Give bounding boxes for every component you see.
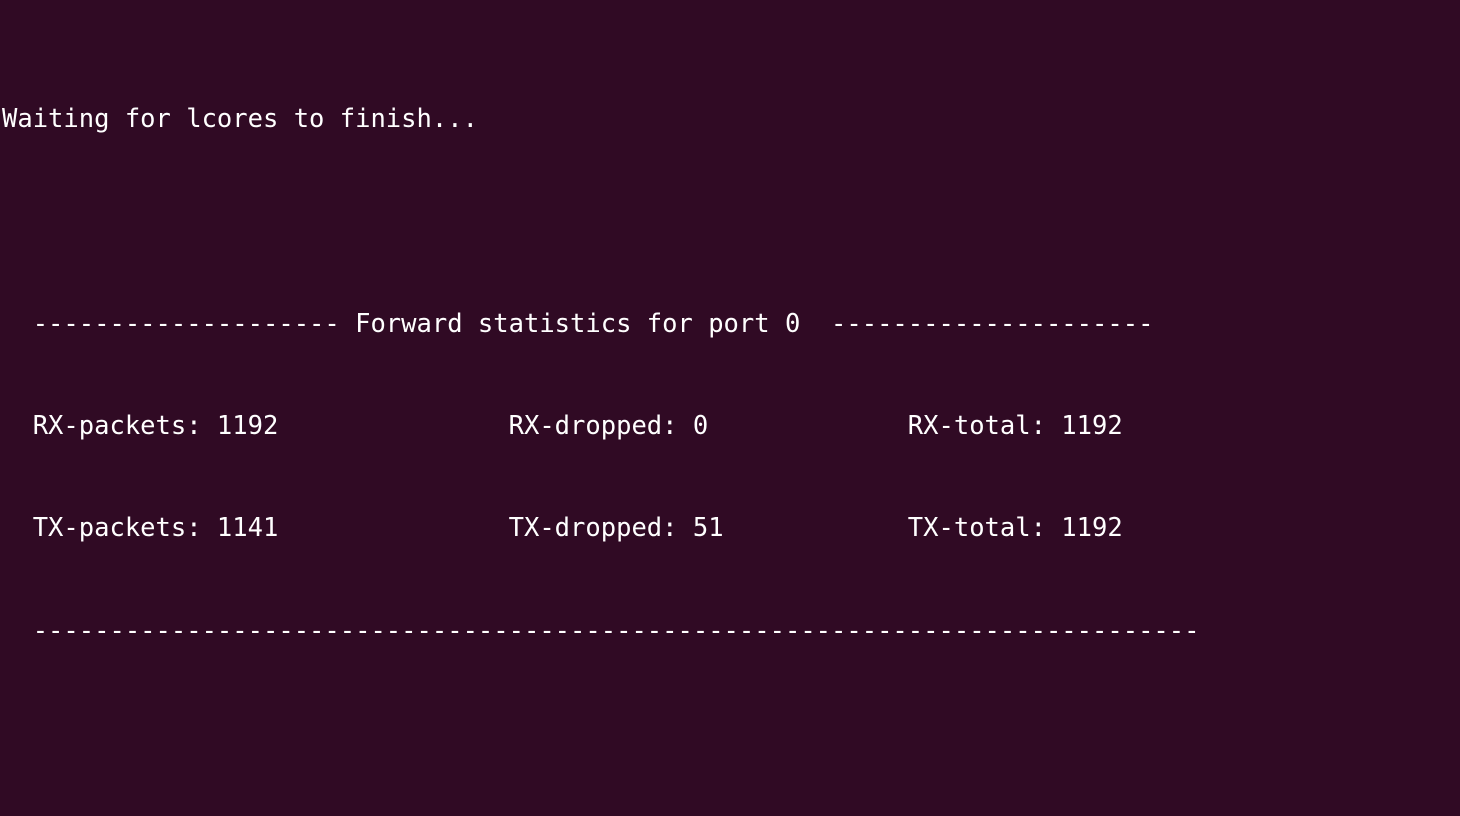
- line-blank-1: [0, 205, 1460, 239]
- terminal-screen: Waiting for lcores to finish... --------…: [0, 0, 1460, 816]
- line-waiting-for-lcores: Waiting for lcores to finish...: [2, 104, 478, 135]
- terminal-window[interactable]: Waiting for lcores to finish... --------…: [0, 0, 1460, 816]
- line-port-stats-footer: ----------------------------------------…: [2, 615, 1200, 646]
- line-port-stats-header: -------------------- Forward statistics …: [2, 308, 1154, 339]
- line-port-rx-stats: RX-packets: 1192 RX-dropped: 0 RX-total:…: [2, 411, 1123, 442]
- line-port-tx-stats: TX-packets: 1141 TX-dropped: 51 TX-total…: [2, 513, 1123, 544]
- line-blank-2: [0, 716, 1460, 750]
